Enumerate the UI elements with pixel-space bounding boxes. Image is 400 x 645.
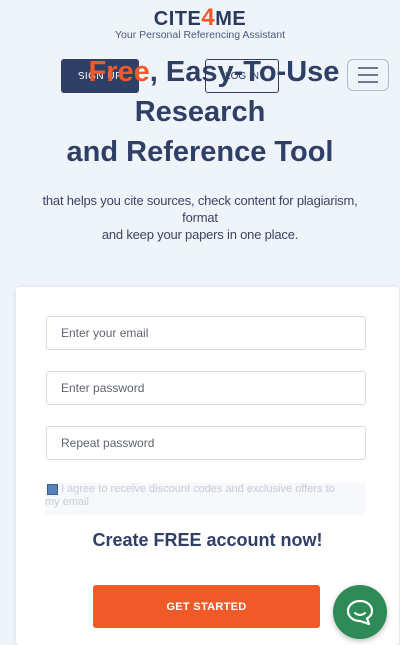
get-started-button[interactable]: GET STARTED: [93, 585, 320, 628]
hero-title-line-1: A Free, Easy-To-Use: [0, 52, 400, 92]
hero-title-line-3: and Reference Tool: [66, 136, 334, 168]
hero-title-free: Free: [88, 56, 150, 88]
hero-description-line-3: and keep your papers in one place.: [101, 227, 299, 242]
password-field[interactable]: [46, 371, 366, 405]
logo-accent: 4: [201, 4, 216, 31]
create-account-heading: Create FREE account now!: [92, 530, 323, 550]
chat-bubble-icon[interactable]: [333, 585, 387, 639]
hero-title: A Free, Easy-To-Use Research and Referen…: [0, 52, 400, 172]
agree-label: I agree to receive discount codes and ex…: [45, 483, 335, 508]
logo-tagline: Your Personal Referencing Assistant: [114, 29, 286, 41]
hero-title-line-2: Research: [134, 96, 266, 128]
hero-title-rest: , Easy-To-Use: [149, 56, 340, 88]
logo[interactable]: CITE4ME: [0, 4, 400, 32]
agree-consent: I agree to receive discount codes and ex…: [45, 483, 365, 515]
logo-suffix: ME: [215, 8, 247, 30]
email-field[interactable]: [46, 316, 366, 350]
hero-description: that helps you cite sources, check conte…: [20, 192, 380, 243]
logo-prefix: CITE: [153, 8, 202, 30]
hero-description-line-2: format: [182, 210, 218, 225]
repeat-password-field[interactable]: [46, 426, 366, 460]
site-header: CITE4ME Your Personal Referencing Assist…: [0, 0, 400, 50]
hero-title-pre: A: [60, 56, 89, 88]
hero-description-line-1: that helps you cite sources, check conte…: [42, 193, 358, 208]
